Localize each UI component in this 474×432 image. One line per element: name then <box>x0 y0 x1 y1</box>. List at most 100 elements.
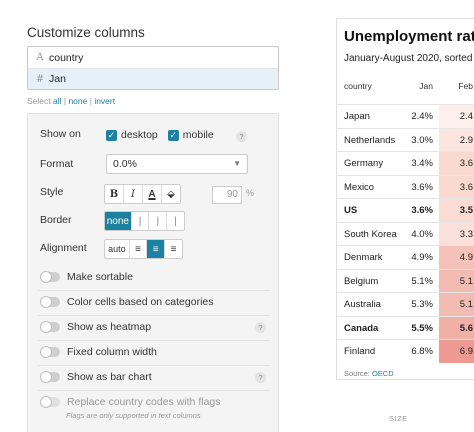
divider <box>38 340 270 341</box>
select-links: Select all | none | invert <box>27 96 116 106</box>
check-icon: ✓ <box>106 129 117 141</box>
cell-feb: 3.6 <box>459 158 473 169</box>
table-row: Belgium 5.1% 5.1 <box>337 268 474 293</box>
toggle-switch[interactable] <box>40 321 60 333</box>
format-value: 0.0% <box>113 158 137 170</box>
panel-heading: Customize columns <box>27 25 145 40</box>
header-country[interactable]: country <box>344 81 372 91</box>
help-icon[interactable]: ? <box>255 372 266 383</box>
opacity-unit: % <box>246 188 255 198</box>
border-both-button[interactable]: | <box>167 212 184 230</box>
align-auto-button[interactable]: auto <box>105 240 130 258</box>
header-feb[interactable]: Feb <box>443 81 473 91</box>
table-title: Unemployment rate <box>344 28 474 45</box>
make-sortable-toggle[interactable]: Make sortable <box>40 271 133 283</box>
table-row: Australia 5.3% 5.1 <box>337 292 474 316</box>
size-section-label: SIZE <box>389 414 408 423</box>
heatmap-toggle[interactable]: Show as heatmap <box>40 321 151 333</box>
cell-jan: 6.8% <box>411 346 433 357</box>
fill-color-button[interactable]: ⬙ <box>162 185 180 203</box>
table-row: South Korea 4.0% 3.3 <box>337 221 474 246</box>
cell-country: Netherlands <box>344 134 396 146</box>
align-left-button[interactable]: ≡ <box>130 240 148 258</box>
toggle-label: Color cells based on categories <box>67 296 214 308</box>
format-select[interactable]: 0.0% ▼ <box>106 154 248 174</box>
show-on-label: Show on <box>40 128 81 140</box>
toggle-switch[interactable] <box>40 271 60 283</box>
align-right-button[interactable]: ≡ <box>165 240 182 258</box>
alignment-buttons: auto ≡ ≡ ≡ <box>104 239 183 259</box>
toggle-switch[interactable] <box>40 371 60 383</box>
cell-feb: 5.1 <box>459 275 473 287</box>
text-color-button[interactable]: A <box>143 185 162 203</box>
divider <box>38 315 270 316</box>
column-item-country[interactable]: A country <box>28 47 278 68</box>
header-jan[interactable]: Jan <box>405 81 433 91</box>
select-invert-link[interactable]: invert <box>94 96 115 106</box>
border-right-button[interactable]: | <box>149 212 168 230</box>
check-icon: ✓ <box>167 129 179 141</box>
toggle-switch[interactable] <box>40 296 60 308</box>
toggle-switch[interactable] <box>40 396 60 408</box>
column-item-jan[interactable]: # Jan <box>28 68 278 89</box>
style-label: Style <box>40 186 64 198</box>
flags-toggle[interactable]: Replace country codes with flags <box>40 396 221 408</box>
opacity-input[interactable]: 90 <box>212 186 242 204</box>
fixed-width-toggle[interactable]: Fixed column width <box>40 346 157 358</box>
cell-country: South Korea <box>344 228 397 240</box>
chevron-down-icon: ▼ <box>233 159 241 168</box>
cell-feb: 3.3 <box>459 228 473 240</box>
cell-feb: 2.4 <box>459 111 473 122</box>
cell-jan: 2.4% <box>411 111 433 122</box>
column-name: country <box>49 51 84 64</box>
align-center-button[interactable]: ≡ <box>147 240 166 258</box>
cell-jan: 5.5% <box>411 322 433 334</box>
italic-button[interactable]: I <box>124 185 143 203</box>
source-link[interactable]: OECD <box>372 369 394 378</box>
table-preview: Unemployment rate January-August 2020, s… <box>336 18 474 380</box>
border-buttons: none | | | <box>104 211 185 231</box>
border-none-button[interactable]: none <box>105 212 132 230</box>
table-row: Denmark 4.9% 4.9 <box>337 245 474 269</box>
toggle-switch[interactable] <box>40 346 60 358</box>
column-settings: Show on ✓ desktop ✓ mobile ? Format 0.0%… <box>27 113 279 432</box>
cell-country: Finland <box>344 346 376 357</box>
border-label: Border <box>40 214 72 226</box>
help-icon[interactable]: ? <box>236 131 247 142</box>
border-left-button[interactable]: | <box>132 212 150 230</box>
bar-chart-toggle[interactable]: Show as bar chart <box>40 371 152 383</box>
column-list: A country # Jan <box>27 46 279 90</box>
desktop-checkbox[interactable]: ✓ desktop <box>106 129 158 141</box>
cell-jan: 4.9% <box>411 252 433 263</box>
alignment-label: Alignment <box>40 242 87 254</box>
bold-button[interactable]: B <box>105 185 124 203</box>
cell-feb: 5.6 <box>459 322 473 334</box>
cell-feb: 3.5 <box>459 205 473 216</box>
toggle-label: Fixed column width <box>67 346 157 358</box>
align-left-icon: ≡ <box>135 243 141 255</box>
toggle-label: Replace country codes with flags <box>67 396 221 408</box>
style-buttons: B I A ⬙ <box>104 184 181 204</box>
table-row: Finland 6.8% 6.9 <box>337 339 474 363</box>
table-row: US 3.6% 3.5 <box>337 198 474 222</box>
cell-jan: 5.1% <box>411 275 433 287</box>
cell-country: Denmark <box>344 252 383 263</box>
cell-jan: 3.4% <box>411 158 433 169</box>
mobile-checkbox[interactable]: ✓ mobile <box>167 129 214 141</box>
mobile-label: mobile <box>182 129 214 141</box>
cell-country: Japan <box>344 111 370 122</box>
select-none-link[interactable]: none <box>68 96 87 106</box>
table-row: Netherlands 3.0% 2.9 <box>337 127 474 152</box>
number-type-icon: # <box>35 73 45 85</box>
select-prefix: Select <box>27 96 51 106</box>
select-all-link[interactable]: all <box>53 96 62 106</box>
help-icon[interactable]: ? <box>255 322 266 333</box>
color-categories-toggle[interactable]: Color cells based on categories <box>40 296 214 308</box>
cell-country: Australia <box>344 299 381 310</box>
toggle-label: Make sortable <box>67 271 133 283</box>
cell-jan: 3.6% <box>411 181 433 193</box>
cell-feb: 4.9 <box>459 252 473 263</box>
cell-jan: 4.0% <box>411 228 433 240</box>
cell-feb: 5.1 <box>459 299 473 310</box>
divider <box>38 290 270 291</box>
